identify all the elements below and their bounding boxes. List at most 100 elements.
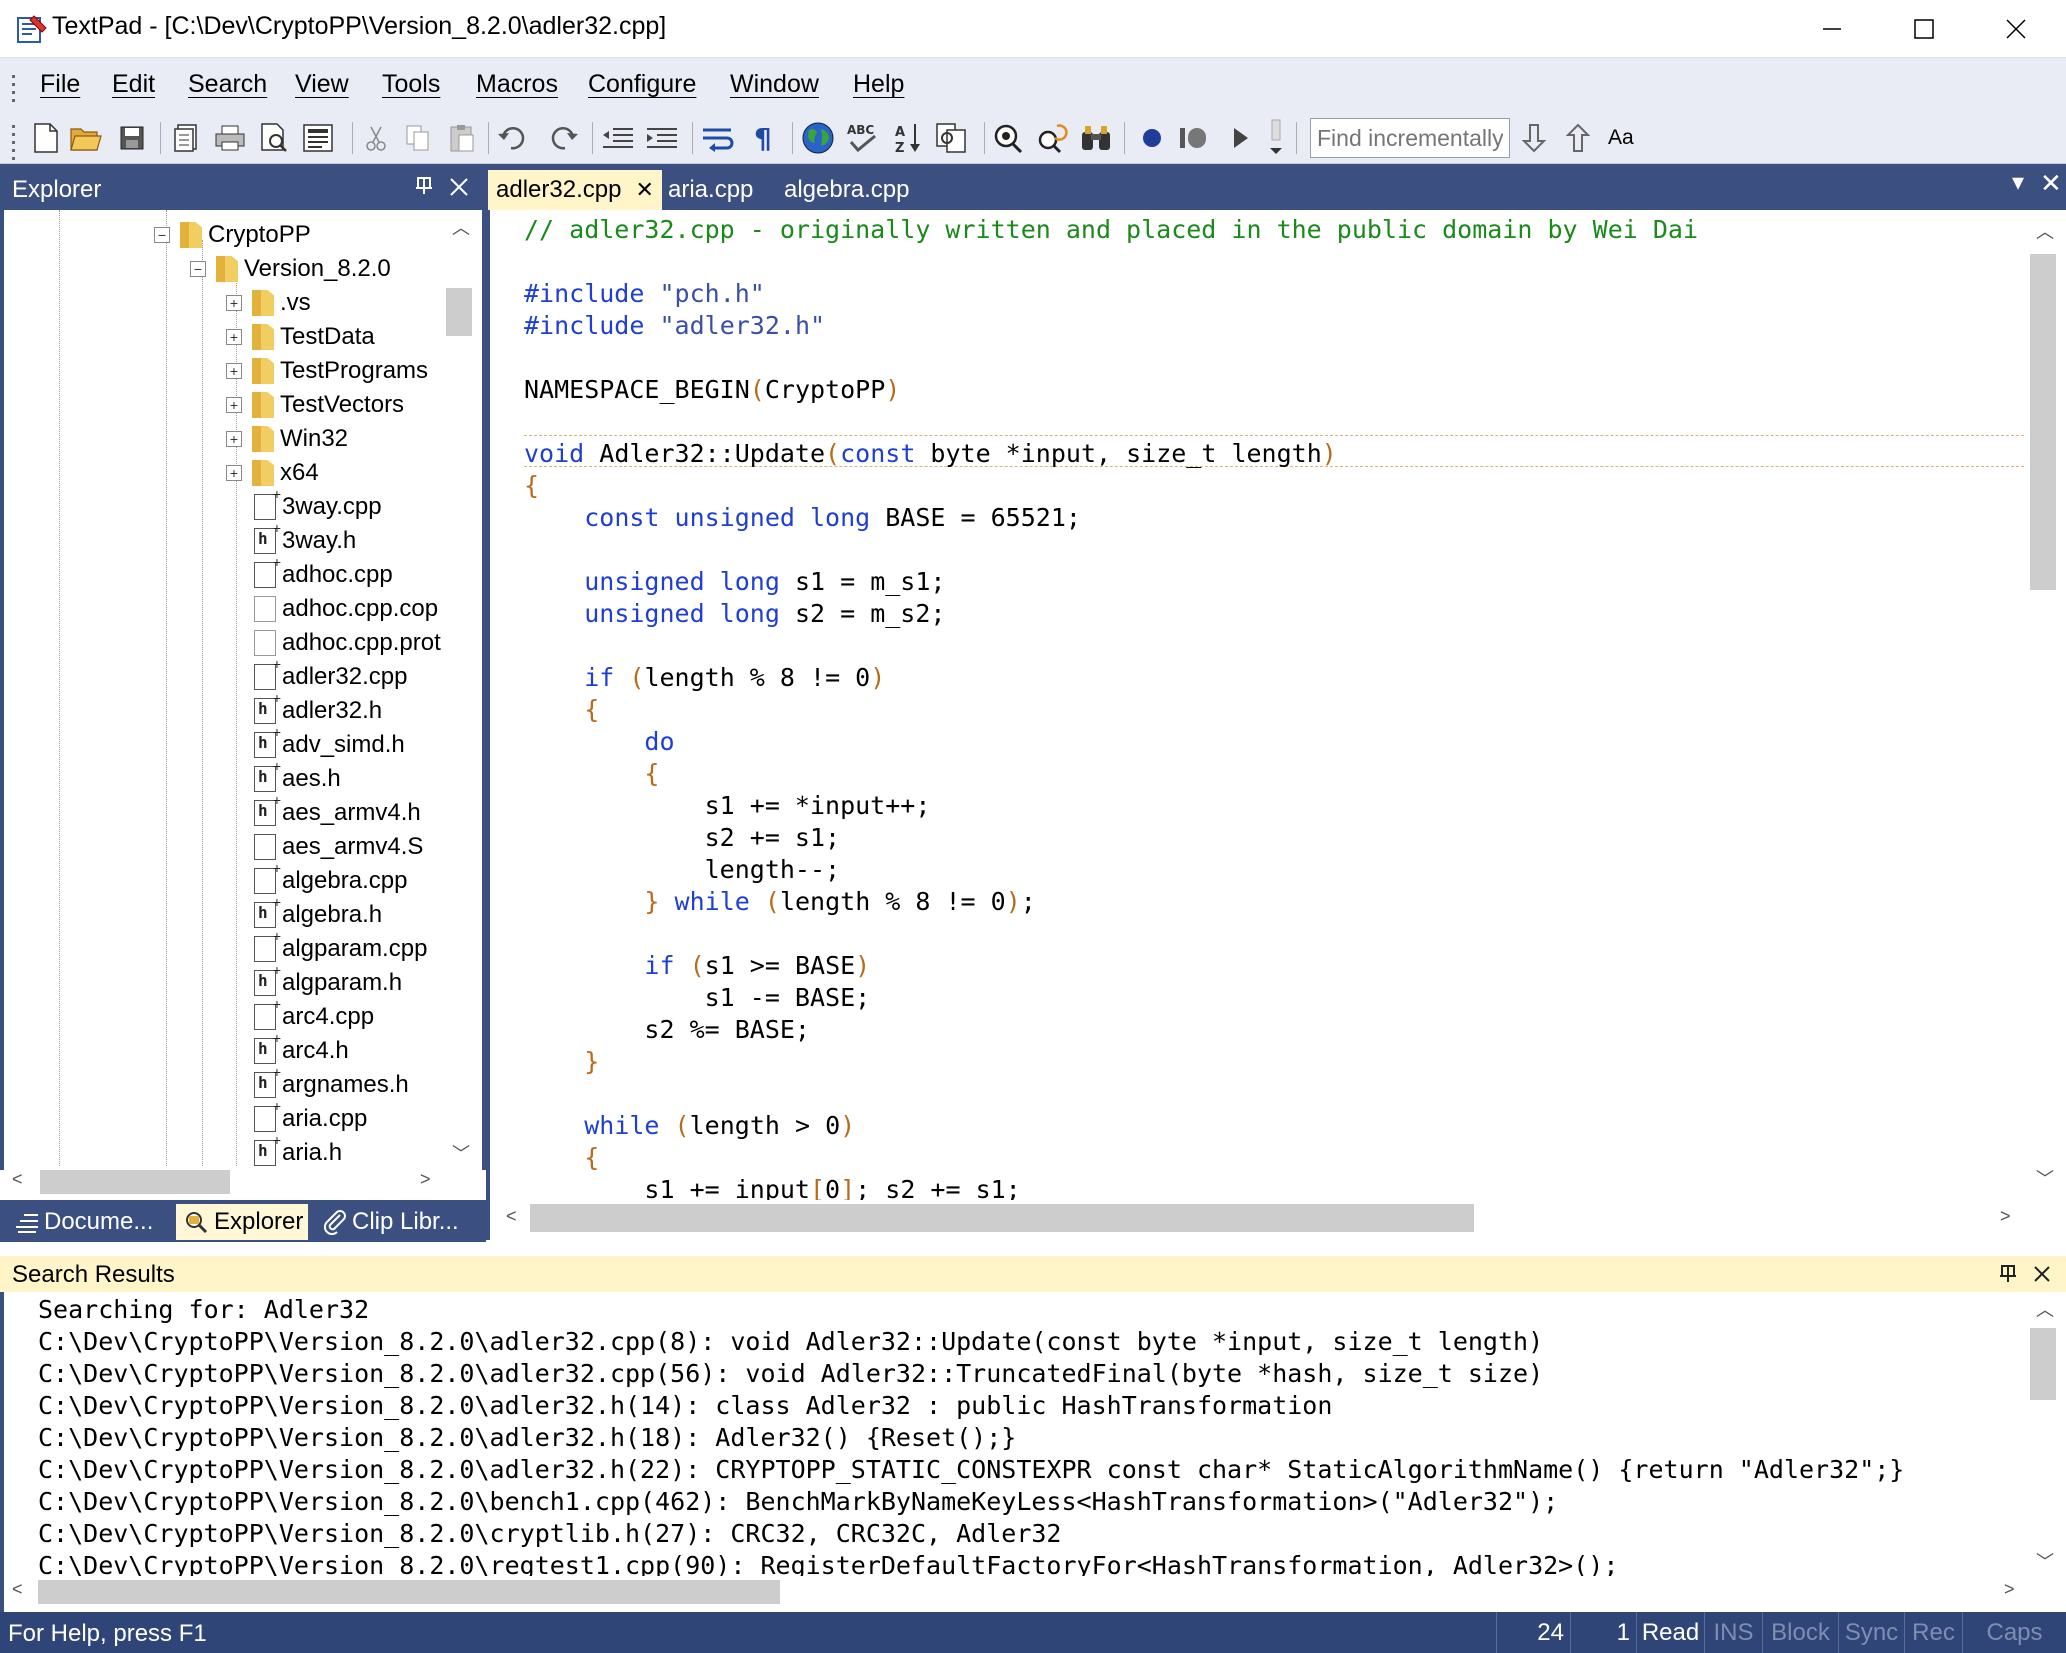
scroll-right-arrow-icon[interactable]: > [420, 1169, 431, 1190]
find-previous-icon[interactable] [1560, 120, 1596, 156]
search-results-horizontal-scrollbar[interactable]: < > [4, 1576, 2026, 1606]
pause-macro-icon[interactable] [1176, 120, 1212, 156]
code-line[interactable]: const unsigned long BASE = 65521; [524, 502, 1698, 534]
code-line[interactable] [524, 1078, 1698, 1110]
find-incrementally-input[interactable] [1310, 118, 1510, 158]
tree-item[interactable]: 3way.cpp [254, 486, 382, 524]
tab-clip-library[interactable]: Clip Libr... [322, 1204, 482, 1240]
print-icon[interactable] [212, 120, 248, 156]
code-line[interactable]: if (length % 8 != 0) [524, 662, 1698, 694]
scroll-thumb[interactable] [530, 1204, 1474, 1232]
code-line[interactable]: } while (length % 8 != 0); [524, 886, 1698, 918]
indent-icon[interactable] [644, 120, 680, 156]
find-in-files-icon[interactable] [1034, 120, 1070, 156]
menu-search[interactable]: Search [188, 70, 267, 99]
tab-adler32-cpp[interactable]: adler32.cpp ✕ [488, 170, 662, 210]
code-line[interactable]: s2 %= BASE; [524, 1014, 1698, 1046]
code-line[interactable]: } [524, 1046, 1698, 1078]
record-macro-icon[interactable] [1134, 120, 1170, 156]
pin-icon[interactable] [1996, 1262, 2020, 1286]
undo-icon[interactable] [496, 120, 532, 156]
code-line[interactable]: NAMESPACE_BEGIN(CryptoPP) [524, 374, 1698, 406]
code-line[interactable]: // adler32.cpp - originally written and … [524, 214, 1698, 246]
search-result-line[interactable]: C:\Dev\CryptoPP\Version_8.2.0\adler32.h(… [38, 1454, 1904, 1486]
tree-item[interactable]: + .vs [226, 286, 311, 320]
tree-item[interactable]: aria.cpp [254, 1098, 367, 1136]
pin-icon[interactable] [412, 174, 436, 198]
expand-icon[interactable]: + [226, 431, 242, 447]
search-results-vertical-scrollbar[interactable]: ︿ ﹀ [2026, 1292, 2060, 1576]
tab-document-selector[interactable]: Docume... [14, 1204, 162, 1240]
search-result-line[interactable]: C:\Dev\CryptoPP\Version_8.2.0\adler32.cp… [38, 1326, 1904, 1358]
search-result-line[interactable]: C:\Dev\CryptoPP\Version_8.2.0\bench1.cpp… [38, 1486, 1904, 1518]
expand-icon[interactable]: + [226, 397, 242, 413]
close-icon[interactable] [448, 176, 470, 198]
code-line[interactable]: { [524, 758, 1698, 790]
code-line[interactable]: length--; [524, 854, 1698, 886]
status-record-mode[interactable]: Rec [1904, 1612, 1962, 1653]
code-line[interactable]: #include "adler32.h" [524, 310, 1698, 342]
paste-icon[interactable] [444, 120, 480, 156]
code-line[interactable]: { [524, 470, 1698, 502]
code-line[interactable]: s1 -= BASE; [524, 982, 1698, 1014]
code-line[interactable] [524, 246, 1698, 278]
explorer-vertical-scrollbar[interactable]: ︿ ﹀ [444, 210, 474, 1166]
save-all-icon[interactable] [168, 120, 204, 156]
tree-item[interactable]: + TestVectors [226, 388, 404, 422]
save-icon[interactable] [114, 120, 150, 156]
tree-item[interactable]: arc4.cpp [254, 996, 374, 1034]
status-insert-mode[interactable]: INS [1704, 1612, 1762, 1653]
code-line[interactable]: s1 += *input++; [524, 790, 1698, 822]
play-macro-icon[interactable] [1222, 120, 1258, 156]
code-line[interactable]: unsigned long s1 = m_s1; [524, 566, 1698, 598]
tree-item[interactable]: arc4.h [254, 1030, 349, 1068]
tree-item[interactable]: adler32.cpp [254, 656, 407, 694]
find-icon[interactable] [990, 120, 1026, 156]
tree-item[interactable]: + TestData [226, 320, 375, 354]
tree-item[interactable]: adler32.h [254, 690, 382, 728]
tree-item[interactable]: − CryptoPP [154, 218, 311, 252]
search-result-line[interactable]: C:\Dev\CryptoPP\Version_8.2.0\adler32.cp… [38, 1358, 1904, 1390]
status-sync-mode[interactable]: Sync [1838, 1612, 1904, 1653]
tree-item[interactable]: adv_simd.h [254, 724, 405, 762]
scroll-left-arrow-icon[interactable]: < [12, 1579, 23, 1600]
menu-view[interactable]: View [295, 70, 349, 99]
scroll-right-arrow-icon[interactable]: > [2004, 1579, 2015, 1600]
scroll-right-arrow-icon[interactable]: > [2000, 1206, 2011, 1227]
tree-item[interactable]: algebra.cpp [254, 860, 407, 898]
open-folder-icon[interactable] [68, 120, 104, 156]
scroll-thumb[interactable] [2030, 1328, 2056, 1400]
find-next-icon[interactable] [1516, 120, 1552, 156]
sort-icon[interactable]: AZ [890, 120, 926, 156]
collapse-icon[interactable]: − [190, 261, 206, 277]
menu-edit[interactable]: Edit [112, 70, 155, 99]
code-line[interactable] [524, 406, 1698, 438]
tree-item[interactable]: algebra.h [254, 894, 382, 932]
menu-file[interactable]: File [40, 70, 80, 99]
menu-help[interactable]: Help [853, 70, 904, 99]
tab-aria-cpp[interactable]: aria.cpp [660, 170, 761, 210]
tree-item[interactable]: adhoc.cpp [254, 554, 393, 592]
scroll-thumb[interactable] [38, 1580, 780, 1604]
code-line[interactable]: void Adler32::Update(const byte *input, … [524, 438, 1698, 470]
search-result-line[interactable]: C:\Dev\CryptoPP\Version_8.2.0\cryptlib.h… [38, 1518, 1904, 1550]
scroll-left-arrow-icon[interactable]: < [12, 1169, 23, 1190]
pilcrow-icon[interactable]: ¶ [746, 120, 782, 156]
word-wrap-icon[interactable] [700, 120, 736, 156]
search-result-line[interactable]: C:\Dev\CryptoPP\Version_8.2.0\adler32.h(… [38, 1422, 1904, 1454]
status-read-mode[interactable]: Read [1636, 1612, 1704, 1653]
tree-item[interactable]: adhoc.cpp.cop [254, 592, 438, 626]
tab-algebra-cpp[interactable]: algebra.cpp [776, 170, 917, 210]
scroll-thumb[interactable] [2030, 254, 2056, 590]
scroll-down-arrow-icon[interactable]: ﹀ [2036, 1165, 2054, 1191]
tree-item[interactable]: aes.h [254, 758, 341, 796]
code-line[interactable]: s2 += s1; [524, 822, 1698, 854]
menu-configure[interactable]: Configure [588, 70, 696, 99]
code-line[interactable]: { [524, 694, 1698, 726]
close-icon[interactable] [2032, 1264, 2052, 1284]
tree-item[interactable]: aes_armv4.S [254, 830, 423, 864]
compare-icon[interactable] [934, 120, 970, 156]
code-line[interactable]: while (length > 0) [524, 1110, 1698, 1142]
expand-icon[interactable]: + [226, 363, 242, 379]
code-line[interactable] [524, 342, 1698, 374]
